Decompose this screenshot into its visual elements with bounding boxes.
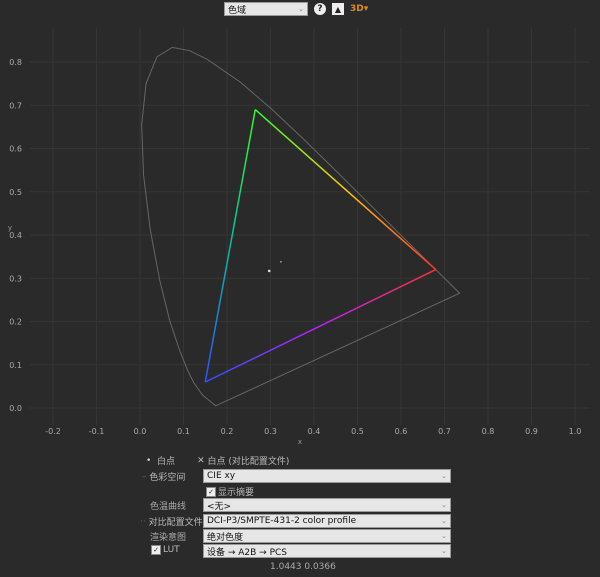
y-tick-label: 0.6	[9, 145, 22, 154]
x-tick-label: 0.1	[177, 427, 190, 436]
intent-select[interactable]: 绝对色度 ⌄	[203, 529, 451, 543]
x-tick-label: 0.6	[395, 427, 408, 436]
x-tick-label: 0.2	[221, 427, 234, 436]
lut-select[interactable]: 设备 → A2B → PCS ⌄	[203, 544, 451, 558]
checkbox-checked-icon: ✓	[151, 545, 161, 555]
compare-row: ·· 对比配置文件	[140, 516, 203, 529]
x-tick-label: 0.7	[438, 427, 451, 436]
color-space-label: 色彩空间	[149, 473, 186, 483]
white-point-marker-icon: •	[146, 455, 152, 466]
chevron-down-icon: ⌄	[298, 5, 304, 13]
view-select[interactable]: 色域 ⌄	[224, 2, 308, 16]
y-tick-label: 0.1	[9, 361, 22, 370]
question-icon[interactable]: ?	[314, 3, 326, 15]
white-point-reference	[280, 260, 282, 263]
x-tick-label: 0.4	[308, 427, 321, 436]
image-icon[interactable]: ▲	[332, 3, 344, 15]
x-tick-label: 1.0	[569, 427, 582, 436]
coordinate-readout: 1.0443 0.0366	[270, 562, 336, 572]
y-tick-label: 0.0	[9, 404, 22, 413]
y-tick-label: 0.2	[9, 318, 22, 327]
x-tick-label: 0.0	[134, 427, 147, 436]
x-tick-label: -0.1	[89, 427, 105, 436]
lut-label: LUT	[163, 545, 180, 555]
y-tick-label: 0.4	[9, 231, 22, 240]
cross-marker-icon: ✕	[197, 455, 205, 466]
color-space-select[interactable]: CIE xy ⌄	[203, 469, 451, 483]
y-tick-label: 0.3	[9, 274, 22, 283]
x-tick-label: 0.8	[482, 427, 495, 436]
legend-white-point: 白点	[157, 457, 176, 467]
toolbar: 色域 ⌄ ? ▲ 3D ▾	[224, 2, 368, 16]
gamut-edge	[204, 109, 257, 383]
cct-select[interactable]: <无> ⌄	[203, 498, 451, 512]
y-tick-label: 0.5	[9, 188, 22, 197]
chevron-down-icon: ⌄	[441, 501, 447, 509]
y-axis-label: y	[8, 224, 12, 232]
legend: • 白点 ✕ 白点 (对比配置文件)	[146, 454, 290, 468]
compare-label: 对比配置文件	[148, 518, 203, 528]
white-point	[267, 269, 271, 273]
spectral-locus	[141, 46, 461, 407]
y-tick-label: 0.7	[9, 101, 22, 110]
checkbox-checked-icon: ✓	[206, 486, 216, 497]
x-tick-label: 0.3	[264, 427, 277, 436]
3d-icon[interactable]: 3D ▾	[350, 3, 368, 15]
x-tick-label: -0.2	[45, 427, 61, 436]
lut-checkbox[interactable]: ✓ LUT	[151, 545, 180, 555]
show-summary-label: 显示摘要	[218, 488, 255, 498]
show-summary-checkbox[interactable]: ✓ 显示摘要	[206, 485, 254, 498]
chevron-down-icon: ⌄	[441, 532, 447, 540]
gamut-edge	[254, 109, 437, 271]
color-space-row: – 色彩空间	[142, 471, 186, 484]
chevron-down-icon: ⌄	[441, 547, 447, 555]
chevron-down-icon: ⌄	[441, 472, 447, 480]
x-axis-label: x	[298, 438, 302, 446]
x-tick-label: 0.9	[525, 427, 538, 436]
compare-profile-select[interactable]: DCI-P3/SMPTE-431-2 color profile ⌄	[203, 514, 451, 528]
legend-white-point-ref: 白点 (对比配置文件)	[207, 457, 290, 467]
intent-label: 渲染意图	[150, 533, 187, 543]
y-tick-label: 0.8	[9, 58, 22, 67]
view-select-value: 色域	[228, 5, 247, 16]
chromaticity-chart: -0.2 -0.1 0.0 0.1 0.2 0.3 0.4 0.5 0.6 0.7 0.8 0.9 1.…	[8, 28, 590, 446]
x-tick-label: 0.5	[351, 427, 364, 436]
chevron-down-icon: ⌄	[441, 517, 447, 525]
cct-label: 色温曲线	[150, 502, 187, 512]
